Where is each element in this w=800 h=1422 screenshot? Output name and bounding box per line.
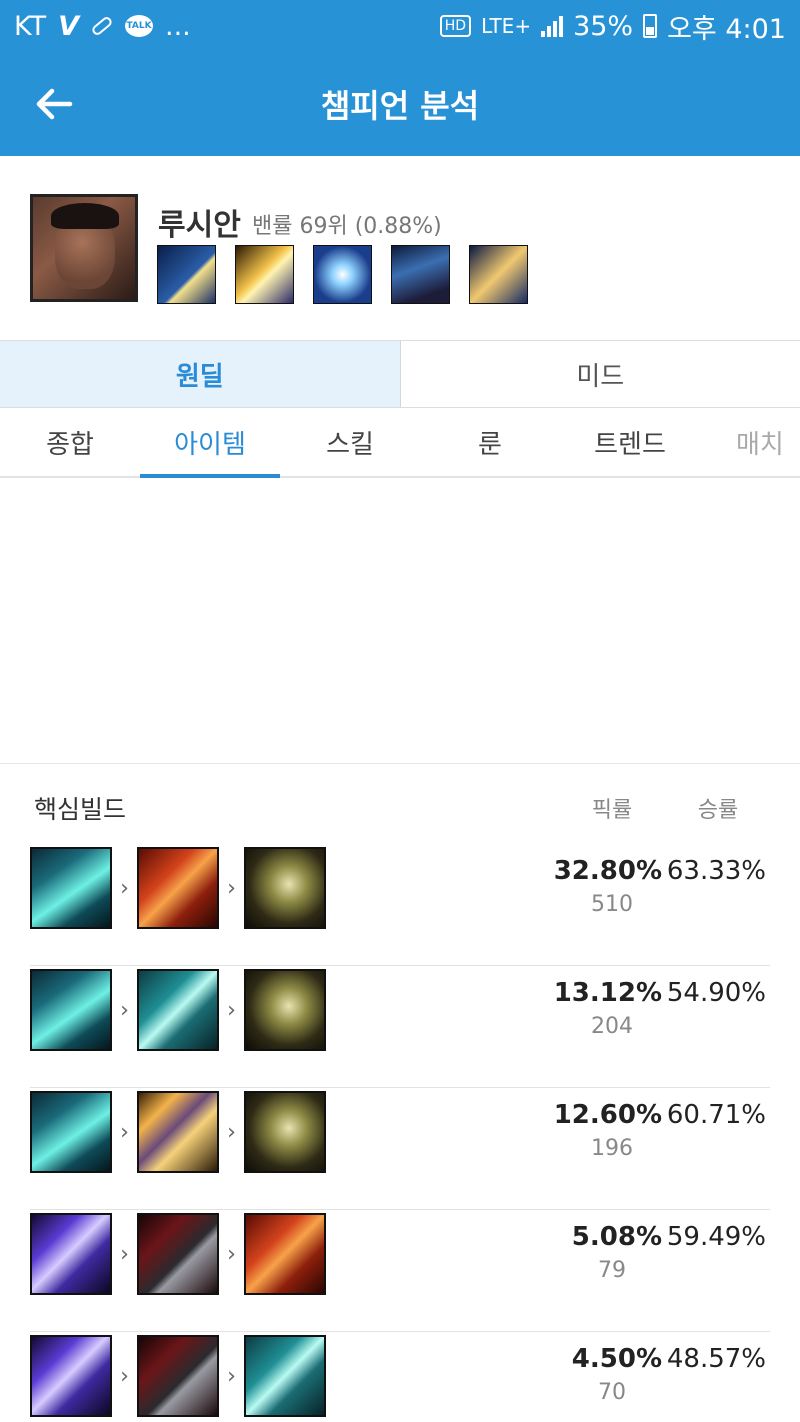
- win-rate: 59.49%: [666, 1222, 766, 1252]
- game-count: 204: [591, 1014, 633, 1039]
- battery-percent: 35%: [573, 10, 634, 42]
- core-build-section: 핵심빌드 픽률 승률 › › 32.80% 510 63.33% › › 13.…: [0, 764, 800, 1422]
- chevron-right-icon: ›: [227, 997, 236, 1023]
- skill-w-icon[interactable]: [313, 245, 372, 304]
- signal-icon: [541, 15, 564, 37]
- statikk-shiv-icon[interactable]: [137, 1091, 219, 1173]
- clock: 오후 4:01: [667, 13, 786, 45]
- chevron-right-icon: ›: [227, 1119, 236, 1145]
- game-count: 196: [591, 1136, 633, 1161]
- blank-ad-area: [0, 478, 800, 764]
- battery-icon: [643, 14, 658, 38]
- skill-r-icon[interactable]: [469, 245, 528, 304]
- tab-items[interactable]: 아이템: [140, 408, 280, 478]
- skill-q-icon[interactable]: [235, 245, 294, 304]
- essence-reaver-icon[interactable]: [30, 847, 112, 929]
- infinity-edge-icon[interactable]: [244, 1213, 326, 1295]
- role-tabs: 원딜 미드: [0, 340, 800, 408]
- win-rate: 60.71%: [666, 1100, 766, 1130]
- pill-icon: [90, 15, 114, 37]
- pick-rate: 13.12%: [553, 978, 662, 1008]
- game-count: 79: [598, 1258, 626, 1283]
- build-row[interactable]: › › 13.12% 204 54.90%: [30, 966, 770, 1088]
- role-tab-mid[interactable]: 미드: [401, 341, 800, 407]
- game-count: 510: [591, 892, 633, 917]
- essence-reaver-icon[interactable]: [30, 1091, 112, 1173]
- champion-portrait: [30, 194, 138, 302]
- section-title: 핵심빌드: [34, 795, 127, 824]
- v-icon: V: [58, 10, 80, 42]
- navori-quickblades-icon[interactable]: [137, 969, 219, 1051]
- pick-rate: 12.60%: [553, 1100, 662, 1130]
- chevron-right-icon: ›: [227, 875, 236, 901]
- skill-icons: [157, 245, 528, 304]
- section-tabs: 종합 아이템 스킬 룬 트렌드 매치: [0, 408, 800, 478]
- champion-header: 루시안 밴률 69위 (0.88%): [0, 156, 800, 340]
- chevron-right-icon: ›: [227, 1241, 236, 1267]
- blade-of-the-ruined-king-icon[interactable]: [30, 1335, 112, 1417]
- column-win-rate: 승률: [697, 798, 739, 823]
- ban-rate: 밴률 69위 (0.88%): [252, 214, 442, 239]
- chevron-right-icon: ›: [120, 1241, 129, 1267]
- pick-rate: 4.50%: [571, 1344, 662, 1374]
- skill-passive-icon[interactable]: [157, 245, 216, 304]
- win-rate: 54.90%: [666, 978, 766, 1008]
- chevron-right-icon: ›: [227, 1363, 236, 1389]
- rapid-firecannon-icon[interactable]: [244, 969, 326, 1051]
- chevron-right-icon: ›: [120, 1119, 129, 1145]
- black-cleaver-icon[interactable]: [137, 1213, 219, 1295]
- chevron-right-icon: ›: [120, 997, 129, 1023]
- hd-voice-icon: HD: [439, 15, 472, 37]
- build-row[interactable]: › › 12.60% 196 60.71%: [30, 1088, 770, 1210]
- win-rate: 63.33%: [666, 856, 766, 886]
- build-row[interactable]: › › 32.80% 510 63.33%: [30, 844, 770, 966]
- tab-matchups[interactable]: 매치: [700, 408, 800, 476]
- app-bar: 챔피언 분석: [0, 52, 800, 156]
- tab-skills[interactable]: 스킬: [280, 408, 420, 476]
- black-cleaver-icon[interactable]: [137, 1335, 219, 1417]
- champion-name: 루시안: [158, 208, 241, 243]
- arrow-left-icon[interactable]: [30, 80, 78, 128]
- rapid-firecannon-icon[interactable]: [244, 847, 326, 929]
- kakaotalk-icon: TALK: [125, 15, 154, 37]
- carrier-label: KT: [14, 10, 47, 42]
- tab-runes[interactable]: 룬: [420, 408, 560, 476]
- blade-of-the-ruined-king-icon[interactable]: [30, 1213, 112, 1295]
- pick-rate: 5.08%: [571, 1222, 662, 1252]
- page-title: 챔피언 분석: [320, 87, 480, 125]
- pick-rate: 32.80%: [553, 856, 662, 886]
- tab-overview[interactable]: 종합: [0, 408, 140, 476]
- column-pick-rate: 픽률: [591, 798, 633, 823]
- chevron-right-icon: ›: [120, 1363, 129, 1389]
- role-tab-adc[interactable]: 원딜: [0, 341, 401, 407]
- network-type: LTE+: [481, 14, 532, 38]
- navori-quickblades-icon[interactable]: [244, 1335, 326, 1417]
- win-rate: 48.57%: [666, 1344, 766, 1374]
- build-row[interactable]: › › 5.08% 79 59.49%: [30, 1210, 770, 1332]
- rapid-firecannon-icon[interactable]: [244, 1091, 326, 1173]
- build-row[interactable]: › › 4.50% 70 48.57%: [30, 1332, 770, 1422]
- more-notifications: ...: [165, 10, 191, 42]
- game-count: 70: [598, 1380, 626, 1405]
- tab-trends[interactable]: 트렌드: [560, 408, 700, 476]
- essence-reaver-icon[interactable]: [30, 969, 112, 1051]
- skill-e-icon[interactable]: [391, 245, 450, 304]
- status-bar: KT V TALK ... HD LTE+ 35% 오후 4:01: [0, 0, 800, 52]
- infinity-edge-icon[interactable]: [137, 847, 219, 929]
- chevron-right-icon: ›: [120, 875, 129, 901]
- core-build-header: 핵심빌드 픽률 승률: [0, 764, 800, 844]
